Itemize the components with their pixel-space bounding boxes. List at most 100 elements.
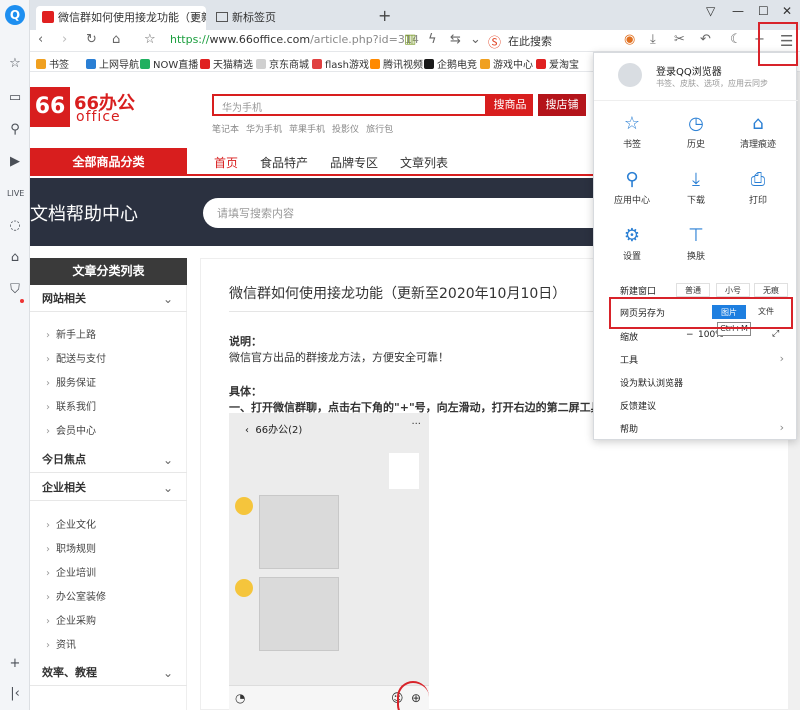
list-item[interactable]: 配送与支付 — [46, 350, 106, 365]
new-window-small-button[interactable]: 小号 — [716, 283, 750, 297]
bookmark-item[interactable]: 上网导航 — [86, 56, 139, 71]
chat-icon[interactable]: ◌ — [7, 218, 23, 234]
minimize-button[interactable]: — — [732, 4, 744, 18]
live-icon[interactable]: LIVE — [7, 186, 24, 202]
list-item[interactable]: 办公室装修 — [46, 588, 106, 603]
section-efficiency[interactable]: 效率、教程 ⌄ — [30, 660, 187, 686]
chevron-down-icon: ⌄ — [162, 481, 173, 495]
menu-tools[interactable]: 工具 › — [594, 348, 798, 370]
hot-link[interactable]: 笔记本 — [212, 125, 239, 135]
section-enterprise[interactable]: 企业相关 ⌄ — [30, 475, 187, 501]
dropdown-icon[interactable]: ⌄ — [470, 32, 481, 47]
search-icon[interactable]: ⚲ — [7, 122, 23, 138]
nav-articles[interactable]: 文章列表 — [400, 154, 448, 171]
hot-link[interactable]: 华为手机 — [246, 125, 282, 135]
download-icon[interactable]: ⤓ — [650, 32, 656, 47]
new-tab-button[interactable]: + — [378, 6, 391, 25]
star-icon[interactable]: ☆ — [7, 56, 23, 72]
download-icon: ⤓ — [692, 169, 700, 190]
login-link[interactable]: 登录QQ浏览器 — [656, 63, 722, 78]
nav-home[interactable]: 首页 — [214, 154, 238, 171]
bookmark-item[interactable]: NOW直播 — [140, 56, 198, 71]
collapse-icon[interactable]: |‹ — [7, 686, 23, 702]
search-shop-button[interactable]: 搜店铺 — [538, 94, 586, 116]
nav-brands[interactable]: 品牌专区 — [330, 154, 378, 171]
section-today[interactable]: 今日焦点 ⌄ — [30, 447, 187, 473]
reload-icon[interactable]: ↻ — [86, 32, 97, 47]
menu-help[interactable]: 帮助 › — [594, 417, 798, 439]
new-window-normal-button[interactable]: 普通 — [676, 283, 710, 297]
tab-new[interactable]: 新标签页 — [210, 6, 380, 30]
night-mode-icon[interactable]: ☾ — [730, 32, 742, 47]
back-icon[interactable]: ‹ — [38, 32, 43, 47]
bookmark-star-icon[interactable]: ☆ — [144, 32, 156, 47]
bookmark-item[interactable]: 企鹅电竞 — [424, 56, 477, 71]
list-item[interactable]: 会员中心 — [46, 422, 96, 437]
chat-bubble — [389, 453, 419, 489]
menu-history[interactable]: ◷ 历史 — [668, 113, 724, 150]
list-item[interactable]: 服务保证 — [46, 374, 96, 389]
bag-icon[interactable]: ⌂ — [7, 250, 23, 266]
reader-icon[interactable]: ▥ — [404, 32, 416, 47]
tab-article[interactable]: 微信群如何使用接龙功能（更新至2020年 ✕ — [36, 6, 206, 30]
gear-icon: ⚙ — [623, 225, 641, 246]
list-item[interactable]: 资讯 — [46, 636, 76, 651]
cut-icon[interactable]: ✂ — [674, 32, 685, 47]
site-search-input[interactable]: 华为手机 — [212, 94, 487, 116]
menu-print[interactable]: ⎙ 打印 — [730, 169, 786, 206]
cart-icon[interactable]: ⛉ — [7, 282, 23, 298]
search-goods-button[interactable]: 搜商品 — [487, 94, 533, 116]
menu-set-default[interactable]: 设为默认浏览器 — [594, 371, 798, 393]
nav-food[interactable]: 食品特产 — [260, 154, 308, 171]
shirt-icon[interactable]: ▽ — [706, 4, 715, 18]
undo-icon[interactable]: ↶ — [700, 32, 711, 47]
menu-downloads[interactable]: ⤓ 下载 — [668, 169, 724, 206]
bookmark-item[interactable]: 天猫精选 — [200, 56, 253, 71]
close-window-button[interactable]: ✕ — [782, 4, 792, 18]
menu-clear-traces[interactable]: ⌂ 清理痕迹 — [730, 113, 786, 150]
list-item[interactable]: 联系我们 — [46, 398, 96, 413]
bookmark-item[interactable]: flash游戏 — [312, 56, 369, 71]
game-icon[interactable]: ◉ — [624, 32, 635, 47]
qq-browser-logo-icon[interactable]: Q — [5, 5, 25, 25]
browser-main-menu: 登录QQ浏览器 书签、皮肤、选项，应用云同步 ☆ 书签 ◷ 历史 ⌂ 清理痕迹 ⚲ 应用… — [593, 52, 798, 440]
search-box[interactable]: 在此搜索 — [508, 33, 552, 49]
list-item[interactable]: 企业文化 — [46, 516, 96, 531]
bookmark-item[interactable]: 爱淘宝 — [536, 56, 579, 71]
all-categories-button[interactable]: 全部商品分类 — [30, 148, 187, 176]
list-item[interactable]: 新手上路 — [46, 326, 96, 341]
new-window-private-button[interactable]: 无痕 — [754, 283, 788, 297]
close-tab-icon[interactable]: ✕ — [191, 6, 200, 30]
maximize-button[interactable]: ☐ — [758, 4, 769, 18]
plus-icon[interactable]: + — [7, 656, 23, 672]
home-icon[interactable]: ⌂ — [112, 32, 120, 47]
hot-link[interactable]: 苹果手机 — [289, 125, 325, 135]
bookmark-item[interactable]: 书签 — [36, 56, 69, 71]
bookmark-item[interactable]: 京东商城 — [256, 56, 309, 71]
sogou-icon[interactable]: Ⓢ — [488, 32, 501, 51]
flash-icon[interactable]: ϟ — [428, 32, 437, 47]
menu-app-center[interactable]: ⚲ 应用中心 — [604, 169, 660, 206]
list-item[interactable]: 职场规则 — [46, 540, 96, 555]
menu-feedback[interactable]: 反馈建议 — [594, 394, 798, 416]
help-search-input[interactable]: 请填写搜索内容 — [203, 198, 593, 228]
bookmark-item[interactable]: 游戏中心 — [480, 56, 533, 71]
clock-icon: ◷ — [688, 113, 704, 134]
translate-icon[interactable]: ⇆ — [450, 32, 461, 47]
book-icon[interactable]: ▭ — [7, 90, 23, 106]
menu-settings[interactable]: ⚙ 设置 — [604, 225, 660, 262]
menu-skin[interactable]: ⊤ 换肤 — [668, 225, 724, 262]
hot-link[interactable]: 投影仪 — [332, 125, 359, 135]
video-icon[interactable]: ▶ — [7, 154, 23, 170]
address-bar[interactable]: https://www.66office.com/article.php?id=… — [170, 33, 419, 46]
hot-link[interactable]: 旅行包 — [366, 125, 393, 135]
zoom-out-button[interactable]: − — [686, 330, 694, 340]
forward-icon[interactable]: › — [62, 32, 67, 47]
menu-bookmarks[interactable]: ☆ 书签 — [604, 113, 660, 150]
bookmark-item[interactable]: 腾讯视频 — [370, 56, 423, 71]
list-item[interactable]: 企业采购 — [46, 612, 96, 627]
fullscreen-icon[interactable]: ⤢ — [772, 329, 779, 339]
site-logo[interactable]: 66 66办公 office — [30, 87, 138, 127]
list-item[interactable]: 企业培训 — [46, 564, 96, 579]
section-site[interactable]: 网站相关 ⌄ — [30, 286, 187, 312]
